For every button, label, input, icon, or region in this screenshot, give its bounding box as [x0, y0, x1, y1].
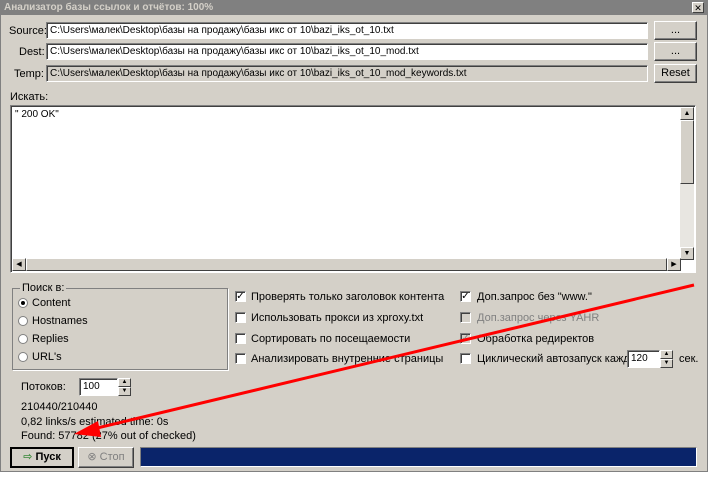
red-annotation-arrow: [74, 283, 695, 437]
